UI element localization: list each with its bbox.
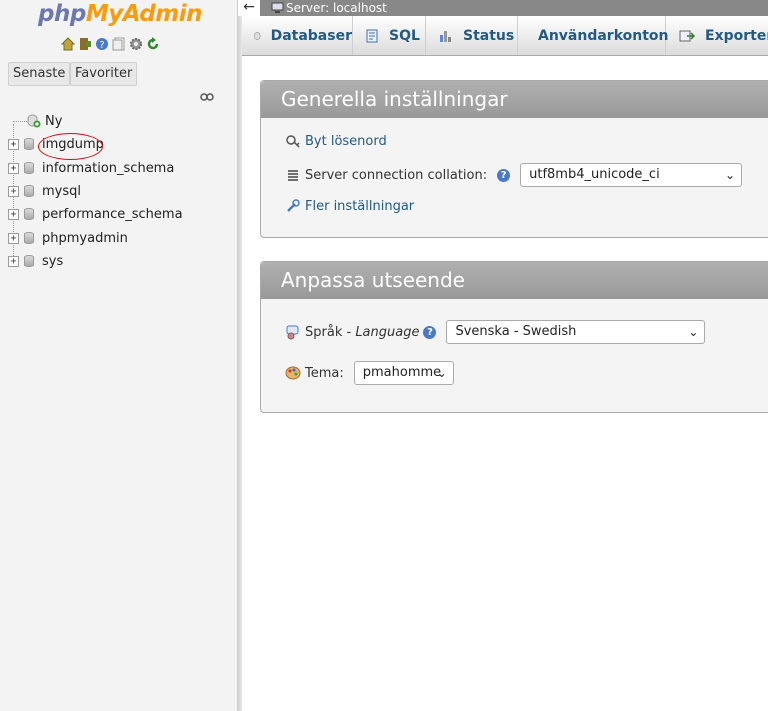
tab-exportera[interactable]: Exportera (667, 16, 768, 55)
tab-label: Exportera (705, 27, 768, 44)
tree-item-performance-schema[interactable]: + performance_schema (8, 204, 183, 224)
database-name[interactable]: sys (42, 254, 63, 269)
chevron-down-icon: ⌄ (688, 325, 699, 339)
link-panels-icon[interactable] (200, 92, 214, 102)
database-icon (24, 162, 34, 174)
phpmyadmin-logo[interactable]: phpMyAdmin (38, 0, 202, 28)
language-icon (286, 325, 299, 340)
database-icon (24, 138, 34, 150)
export-icon (679, 30, 695, 41)
favorites-button[interactable]: Favoriter (70, 62, 138, 86)
help-icon[interactable]: ? (423, 325, 437, 339)
server-breadcrumb[interactable]: Server: localhost (286, 0, 387, 16)
sidebar-resizer[interactable] (237, 0, 242, 711)
database-name[interactable]: performance_schema (42, 207, 183, 222)
tab-anvandarkonton[interactable]: Användarkonton (516, 16, 669, 55)
tab-label: Status (463, 27, 515, 44)
theme-value: pmahomme (362, 365, 442, 380)
tab-label: SQL (389, 27, 420, 44)
tree-item-sys[interactable]: + sys (8, 251, 63, 271)
exit-icon[interactable] (78, 37, 92, 51)
collation-label: Server connection collation: (305, 167, 488, 183)
tab-databaser[interactable]: Databaser (242, 16, 353, 55)
database-name[interactable]: mysql (42, 184, 81, 199)
database-icon (24, 208, 34, 220)
highlight-annotation (38, 133, 103, 160)
new-database-icon (27, 114, 41, 128)
navigation-icons: ? (61, 37, 160, 51)
tree-item-mysql[interactable]: + mysql (8, 181, 81, 201)
home-icon[interactable] (61, 37, 75, 51)
chevron-down-icon: ⌄ (436, 366, 447, 380)
tree-branch (13, 120, 27, 122)
logo-admin-text: Admin (122, 1, 203, 27)
database-icon (24, 255, 34, 267)
main-menu: Databaser SQL Status Användarkonton Expo… (242, 16, 768, 56)
tab-label: Databaser (270, 27, 352, 44)
sql-icon (366, 29, 378, 42)
help-icon[interactable]: ? (95, 37, 109, 51)
tree-item-information-schema[interactable]: + information_schema (8, 158, 174, 178)
docs-icon[interactable] (112, 37, 126, 51)
language-label-text: Språk - (305, 324, 356, 340)
collapse-sidebar-button[interactable]: ← (238, 0, 260, 16)
general-settings-panel: Generella inställningar Byt lösenord Ser… (260, 80, 768, 238)
list-icon (288, 170, 298, 181)
appearance-panel: Anpassa utseende Språk - Language ? Sven… (260, 261, 768, 413)
collation-row: Server connection collation: ? utf8mb4_u… (285, 163, 743, 187)
panel-title: Anpassa utseende (261, 262, 768, 299)
logo-php-text: php (38, 1, 86, 27)
language-label-italic: Language (355, 324, 420, 340)
collation-value: utf8mb4_unicode_ci (529, 167, 660, 182)
status-icon (440, 30, 451, 42)
more-settings-link[interactable]: Fler inställningar (305, 199, 414, 214)
new-label: Ny (45, 113, 63, 129)
database-name[interactable]: information_schema (42, 161, 174, 176)
more-settings-row: Fler inställningar (285, 198, 414, 214)
server-icon (271, 2, 284, 13)
settings-icon[interactable] (129, 37, 143, 51)
change-password-link[interactable]: Byt lösenord (305, 134, 387, 149)
language-select[interactable]: Svenska - Swedish ⌄ (446, 320, 706, 344)
palette-icon (285, 366, 301, 380)
tab-label: Användarkonton (538, 27, 669, 44)
expand-icon[interactable]: + (8, 255, 19, 267)
tree-item-phpmyadmin[interactable]: + phpmyadmin (8, 228, 128, 248)
panel-title: Generella inställningar (261, 81, 768, 118)
expand-icon[interactable]: + (8, 138, 19, 150)
tab-status[interactable]: Status (427, 16, 518, 55)
theme-select[interactable]: pmahomme ⌄ (353, 361, 454, 385)
language-label: Språk - Language (305, 325, 419, 340)
language-value: Svenska - Swedish (455, 324, 577, 339)
server-breadcrumb-bar: ← Server: localhost (238, 0, 768, 16)
collation-select[interactable]: utf8mb4_unicode_ci ⌄ (520, 163, 743, 187)
database-icon (24, 185, 34, 197)
key-icon (286, 135, 300, 148)
navigation-sidebar: phpMyAdmin ? Senaste Favoriter Ny + imgd… (0, 0, 237, 711)
database-icon (254, 31, 261, 40)
expand-icon[interactable]: + (8, 162, 19, 174)
expand-icon[interactable]: + (8, 185, 19, 197)
recent-button[interactable]: Senaste (8, 62, 71, 86)
theme-row: Tema: pmahomme ⌄ (285, 361, 454, 385)
tree-item-new[interactable]: Ny (8, 111, 62, 131)
database-name[interactable]: phpmyadmin (42, 231, 128, 246)
language-row: Språk - Language ? Svenska - Swedish ⌄ (285, 320, 706, 344)
reload-icon[interactable] (146, 37, 160, 51)
theme-label: Tema: (305, 365, 344, 381)
wrench-icon (287, 199, 300, 212)
svg-text:?: ? (99, 40, 104, 51)
logo-my-text: My (85, 1, 123, 27)
change-password-row: Byt lösenord (285, 133, 387, 149)
expand-icon[interactable]: + (8, 208, 19, 220)
help-icon[interactable]: ? (497, 168, 511, 182)
database-icon (24, 232, 34, 244)
tab-sql[interactable]: SQL (353, 16, 426, 55)
expand-icon[interactable]: + (8, 232, 19, 244)
chevron-down-icon: ⌄ (725, 168, 736, 182)
